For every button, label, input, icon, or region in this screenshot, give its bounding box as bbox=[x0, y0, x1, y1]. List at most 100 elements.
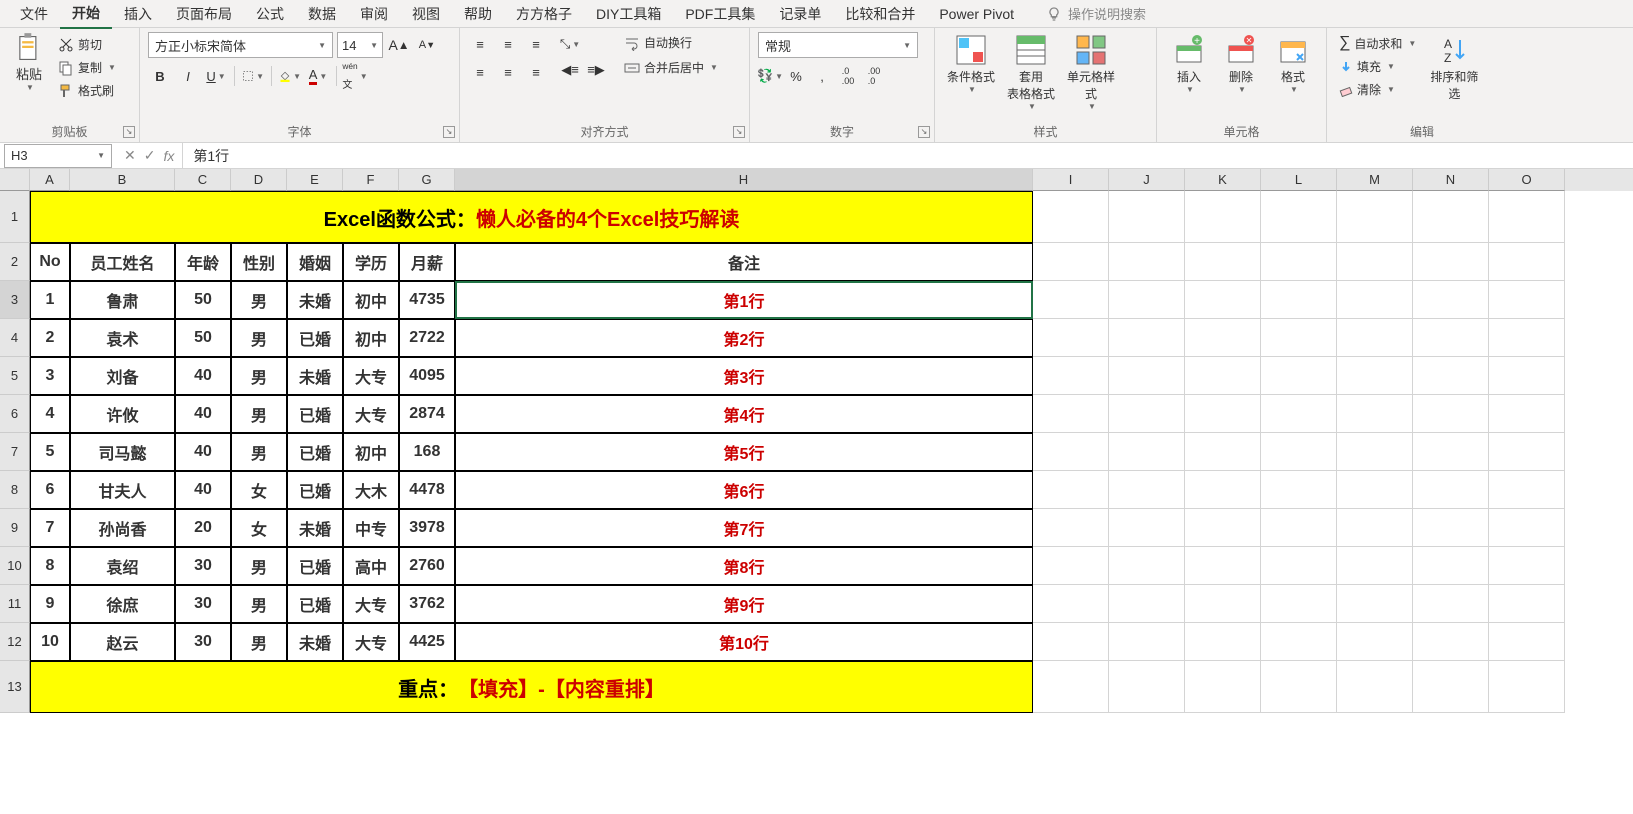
select-all-corner[interactable] bbox=[0, 169, 30, 191]
cell[interactable]: 3762 bbox=[399, 585, 455, 623]
cell[interactable] bbox=[1185, 243, 1261, 281]
cell[interactable] bbox=[1337, 357, 1413, 395]
cell[interactable]: 已婚 bbox=[287, 547, 343, 585]
row-header[interactable]: 3 bbox=[0, 281, 30, 319]
cell[interactable] bbox=[1261, 547, 1337, 585]
paste-button[interactable]: 粘贴 ▼ bbox=[8, 32, 50, 92]
cell[interactable] bbox=[1489, 623, 1565, 661]
cell[interactable] bbox=[1185, 471, 1261, 509]
cell[interactable] bbox=[1413, 319, 1489, 357]
row-header[interactable]: 4 bbox=[0, 319, 30, 357]
cell[interactable] bbox=[1489, 471, 1565, 509]
cell[interactable] bbox=[1261, 357, 1337, 395]
cell[interactable] bbox=[1033, 243, 1109, 281]
row-header[interactable]: 11 bbox=[0, 585, 30, 623]
formula-input[interactable]: 第1行 bbox=[183, 144, 1633, 168]
fx-button[interactable]: fx bbox=[163, 148, 174, 164]
cell[interactable]: 男 bbox=[231, 319, 287, 357]
cell[interactable]: 袁术 bbox=[70, 319, 175, 357]
cell[interactable] bbox=[1261, 191, 1337, 243]
cell[interactable] bbox=[1185, 319, 1261, 357]
cell[interactable]: 大木 bbox=[343, 471, 399, 509]
dialog-launcher-icon[interactable]: ↘ bbox=[443, 126, 455, 138]
cell[interactable] bbox=[1109, 243, 1185, 281]
header-cell[interactable]: 月薪 bbox=[399, 243, 455, 281]
cell[interactable] bbox=[1109, 191, 1185, 243]
cell[interactable] bbox=[1185, 585, 1261, 623]
menu-tab-5[interactable]: 数据 bbox=[296, 0, 348, 28]
cell[interactable]: 许攸 bbox=[70, 395, 175, 433]
cell[interactable] bbox=[1261, 509, 1337, 547]
header-cell[interactable]: 备注 bbox=[455, 243, 1033, 281]
cell[interactable] bbox=[1109, 623, 1185, 661]
cell[interactable] bbox=[1489, 357, 1565, 395]
cell[interactable] bbox=[1185, 191, 1261, 243]
cell[interactable]: 未婚 bbox=[287, 509, 343, 547]
cell[interactable]: 第1行 bbox=[455, 281, 1033, 319]
row-header[interactable]: 2 bbox=[0, 243, 30, 281]
cell[interactable]: 甘夫人 bbox=[70, 471, 175, 509]
cell[interactable]: 第4行 bbox=[455, 395, 1033, 433]
cell[interactable] bbox=[1413, 281, 1489, 319]
cell[interactable]: 赵云 bbox=[70, 623, 175, 661]
col-header-M[interactable]: M bbox=[1337, 169, 1413, 191]
cell[interactable] bbox=[1489, 395, 1565, 433]
cell[interactable]: 大专 bbox=[343, 395, 399, 433]
cell[interactable] bbox=[1337, 281, 1413, 319]
col-header-F[interactable]: F bbox=[343, 169, 399, 191]
cell[interactable] bbox=[1337, 661, 1413, 713]
align-center-button[interactable]: ≡ bbox=[496, 60, 520, 84]
header-cell[interactable]: 婚姻 bbox=[287, 243, 343, 281]
cell[interactable]: 第3行 bbox=[455, 357, 1033, 395]
cell[interactable] bbox=[1109, 509, 1185, 547]
cell[interactable] bbox=[1109, 357, 1185, 395]
cell[interactable] bbox=[1033, 585, 1109, 623]
align-middle-button[interactable]: ≡ bbox=[496, 32, 520, 56]
cell[interactable] bbox=[1185, 433, 1261, 471]
cell[interactable]: 2722 bbox=[399, 319, 455, 357]
row-header[interactable]: 8 bbox=[0, 471, 30, 509]
cell-style-button[interactable]: 单元格样式▼ bbox=[1063, 32, 1119, 113]
cell[interactable] bbox=[1413, 191, 1489, 243]
cell[interactable] bbox=[1185, 661, 1261, 713]
cell[interactable] bbox=[1261, 433, 1337, 471]
percent-button[interactable]: % bbox=[784, 64, 808, 88]
cell[interactable] bbox=[1033, 319, 1109, 357]
cell[interactable]: 已婚 bbox=[287, 585, 343, 623]
cell[interactable]: 第10行 bbox=[455, 623, 1033, 661]
cell[interactable] bbox=[1109, 319, 1185, 357]
cell[interactable] bbox=[1413, 395, 1489, 433]
cell[interactable]: 第8行 bbox=[455, 547, 1033, 585]
cell[interactable]: 未婚 bbox=[287, 623, 343, 661]
col-header-J[interactable]: J bbox=[1109, 169, 1185, 191]
cell[interactable]: 未婚 bbox=[287, 357, 343, 395]
cell[interactable]: 大专 bbox=[343, 623, 399, 661]
cell[interactable] bbox=[1413, 585, 1489, 623]
fill-color-button[interactable]: ▼ bbox=[278, 64, 302, 88]
cell[interactable] bbox=[1033, 471, 1109, 509]
cell[interactable]: 第9行 bbox=[455, 585, 1033, 623]
cell[interactable]: 3978 bbox=[399, 509, 455, 547]
cell[interactable] bbox=[1413, 243, 1489, 281]
title-cell[interactable]: Excel函数公式：懒人必备的4个Excel技巧解读 bbox=[30, 191, 1033, 243]
cell[interactable]: 4 bbox=[30, 395, 70, 433]
accept-formula-button[interactable]: ✓ bbox=[144, 147, 156, 164]
cell[interactable]: 1 bbox=[30, 281, 70, 319]
cell[interactable] bbox=[1489, 585, 1565, 623]
cell[interactable]: 男 bbox=[231, 433, 287, 471]
cell[interactable]: 袁绍 bbox=[70, 547, 175, 585]
menu-tab-12[interactable]: 记录单 bbox=[767, 0, 833, 28]
cell[interactable]: 30 bbox=[175, 547, 231, 585]
dialog-launcher-icon[interactable]: ↘ bbox=[733, 126, 745, 138]
comma-button[interactable]: , bbox=[810, 64, 834, 88]
autosum-button[interactable]: ∑自动求和▼ bbox=[1335, 32, 1420, 54]
cell[interactable]: 10 bbox=[30, 623, 70, 661]
cell[interactable] bbox=[1033, 661, 1109, 713]
col-header-C[interactable]: C bbox=[175, 169, 231, 191]
cell[interactable]: 刘备 bbox=[70, 357, 175, 395]
cell[interactable]: 4735 bbox=[399, 281, 455, 319]
cell[interactable] bbox=[1489, 191, 1565, 243]
cell[interactable] bbox=[1033, 281, 1109, 319]
col-header-N[interactable]: N bbox=[1413, 169, 1489, 191]
cell[interactable]: 男 bbox=[231, 585, 287, 623]
